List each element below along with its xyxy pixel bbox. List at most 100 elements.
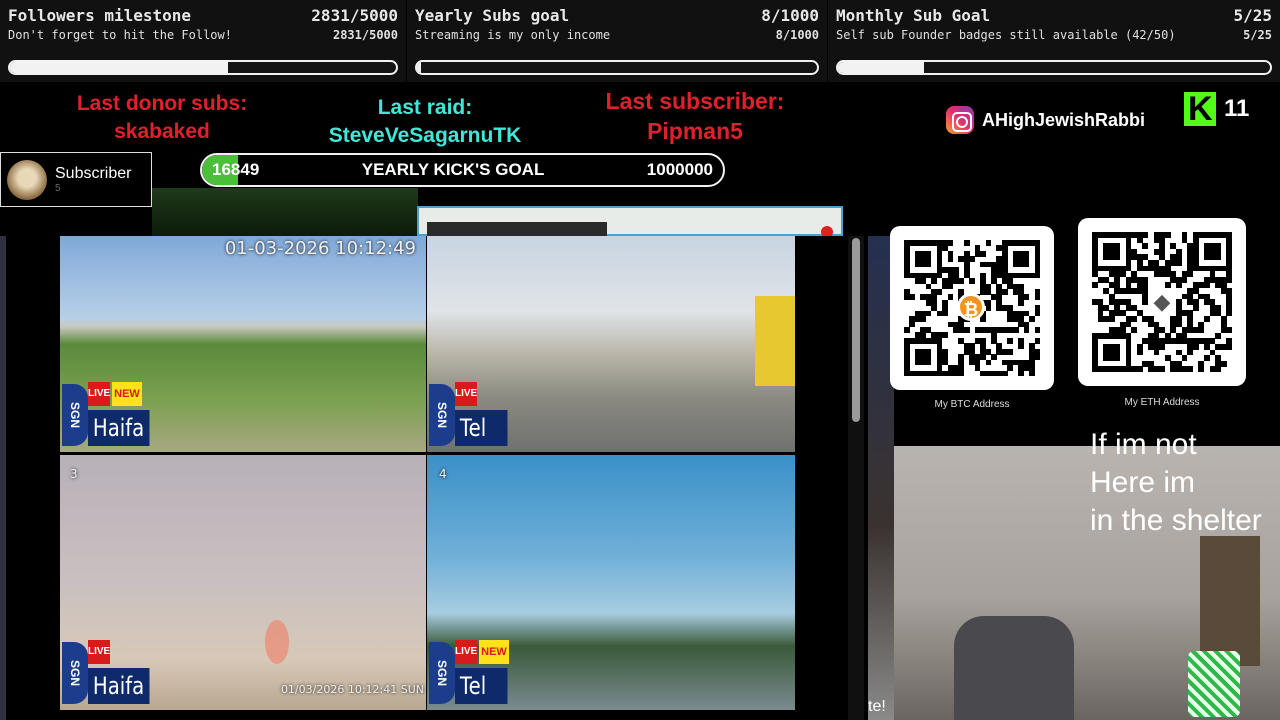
eth-qr-code: ◆	[1078, 218, 1246, 386]
qr-module	[1023, 261, 1030, 268]
qr-module	[1226, 327, 1233, 334]
goal-subtitle: Don't forget to hit the Follow!	[8, 28, 232, 42]
goal-title: Monthly Sub Goal	[836, 6, 991, 25]
goal-count: 2831/5000	[311, 6, 398, 25]
qr-module	[1092, 282, 1098, 289]
qr-module	[1114, 254, 1121, 261]
camera-window-scrollbar[interactable]	[848, 236, 864, 720]
qr-module	[920, 316, 927, 322]
kick-goal-label: YEARLY KICK'S GOAL	[361, 160, 545, 179]
goal-subtitle: Self sub Founder badges still available …	[836, 28, 1176, 42]
qr-module	[909, 321, 916, 328]
qr-module	[947, 294, 954, 301]
qr-module	[1034, 310, 1041, 317]
camera-city: Tel Aviv	[455, 668, 508, 710]
sgn-logo-icon: SGN	[62, 642, 88, 704]
camera-feed-haifa-2: 3 01/03/2026 10:12:41 SUN SGN LIVE Haifa	[60, 455, 426, 710]
qr-module	[936, 288, 943, 295]
qr-module	[1018, 299, 1024, 306]
qr-module	[1187, 366, 1194, 373]
goal-count: 8/1000	[761, 6, 819, 25]
last-raid-alert: Last raid: SteveVeSagarnuTK	[300, 94, 550, 150]
qr-module	[904, 327, 910, 333]
goal-title: Followers milestone	[8, 6, 192, 25]
donor-name: skabaked	[114, 120, 210, 143]
kick-count: 11	[1224, 95, 1250, 122]
qr-module	[931, 278, 937, 284]
channel-badge: SGN LIVE NEW Haifa	[62, 380, 152, 452]
qr-module	[925, 359, 932, 366]
qr-module	[1220, 360, 1227, 367]
qr-module	[1001, 288, 1008, 295]
qr-module	[1226, 276, 1233, 283]
sgn-logo-icon: SGN	[429, 384, 455, 446]
ethereum-icon: ◆	[1148, 288, 1176, 316]
qr-module	[1029, 316, 1035, 322]
raid-name: SteveVeSagarnuTK	[328, 124, 522, 147]
btc-qr-code: ₿	[890, 226, 1054, 390]
qr-module	[1136, 349, 1143, 356]
donor-label: Last donor subs:	[76, 92, 248, 115]
qr-module	[958, 278, 965, 284]
camera-index: 3	[70, 467, 78, 481]
instagram-icon	[946, 106, 974, 134]
kick-goal-target: 1000000	[646, 160, 713, 179]
qr-module	[1181, 276, 1188, 283]
qr-module	[985, 305, 992, 311]
qr-module	[1226, 344, 1233, 350]
camera-city: Haifa	[88, 410, 150, 446]
yearly-kick-goal-bar: 16849 YEARLY KICK'S GOAL 1000000	[200, 153, 725, 187]
qr-module	[1007, 337, 1014, 344]
qr-module	[1215, 254, 1222, 261]
qr-module	[1204, 282, 1210, 289]
qr-module	[1204, 316, 1210, 322]
camera-feed-haifa-1: 01-03-2026 10:12:49 SGN LIVE NEW Haifa	[60, 236, 426, 452]
qr-module	[969, 256, 975, 263]
qr-module	[1204, 355, 1210, 362]
qr-module	[1023, 294, 1030, 301]
avatar	[7, 159, 47, 200]
subscriber-card-count: 5	[55, 183, 61, 194]
qr-module	[1153, 349, 1160, 356]
live-badge: LIVE	[88, 382, 110, 406]
live-badge: LIVE	[455, 640, 477, 664]
qr-module	[1226, 310, 1233, 317]
camera-feed-tel-aviv-1: SGN LIVE Tel Aviv	[427, 236, 795, 452]
qr-module	[1001, 370, 1008, 377]
qr-module	[985, 359, 992, 366]
chair	[954, 616, 1074, 720]
camera-feed-tel-aviv-2: 4 SGN LIVE NEW Tel Aviv	[427, 455, 795, 710]
qr-module	[1176, 260, 1182, 266]
sgn-logo-icon: SGN	[429, 642, 455, 704]
subscriber-label: Last subscriber:	[605, 88, 785, 114]
kick-goal-current: 16849	[212, 160, 260, 179]
scrollbar-thumb[interactable]	[852, 238, 860, 422]
qr-module	[947, 256, 954, 263]
qr-module	[1164, 232, 1171, 238]
goal-progress-bar	[8, 60, 398, 75]
qr-module	[980, 250, 986, 257]
subscriber-name: Pipman5	[647, 118, 743, 144]
camera-city: Tel Aviv	[455, 410, 508, 452]
sgn-logo-icon: SGN	[62, 384, 88, 446]
qr-module	[963, 240, 970, 246]
map-window	[417, 206, 843, 238]
channel-badge: SGN LIVE Haifa	[62, 638, 152, 710]
qr-module	[1108, 316, 1115, 322]
kick-logo-icon	[1184, 90, 1216, 129]
goal-progress-bar	[836, 60, 1272, 75]
eth-address-label: My ETH Address	[1124, 397, 1200, 408]
qr-module	[1198, 327, 1205, 334]
qr-module	[1176, 282, 1182, 289]
qr-module	[1142, 232, 1149, 238]
qr-module	[985, 240, 992, 246]
last-subscriber-alert: Last subscriber: Pipman5	[570, 86, 820, 146]
qr-module	[909, 294, 916, 301]
qr-module	[991, 354, 997, 360]
instagram-handle: AHighJewishRabbi	[946, 106, 1145, 134]
live-badge: LIVE	[455, 382, 477, 406]
qr-module	[947, 240, 954, 246]
channel-badge: SGN LIVE Tel Aviv	[429, 380, 519, 452]
qr-module	[1198, 366, 1205, 373]
new-badge: NEW	[479, 640, 509, 664]
